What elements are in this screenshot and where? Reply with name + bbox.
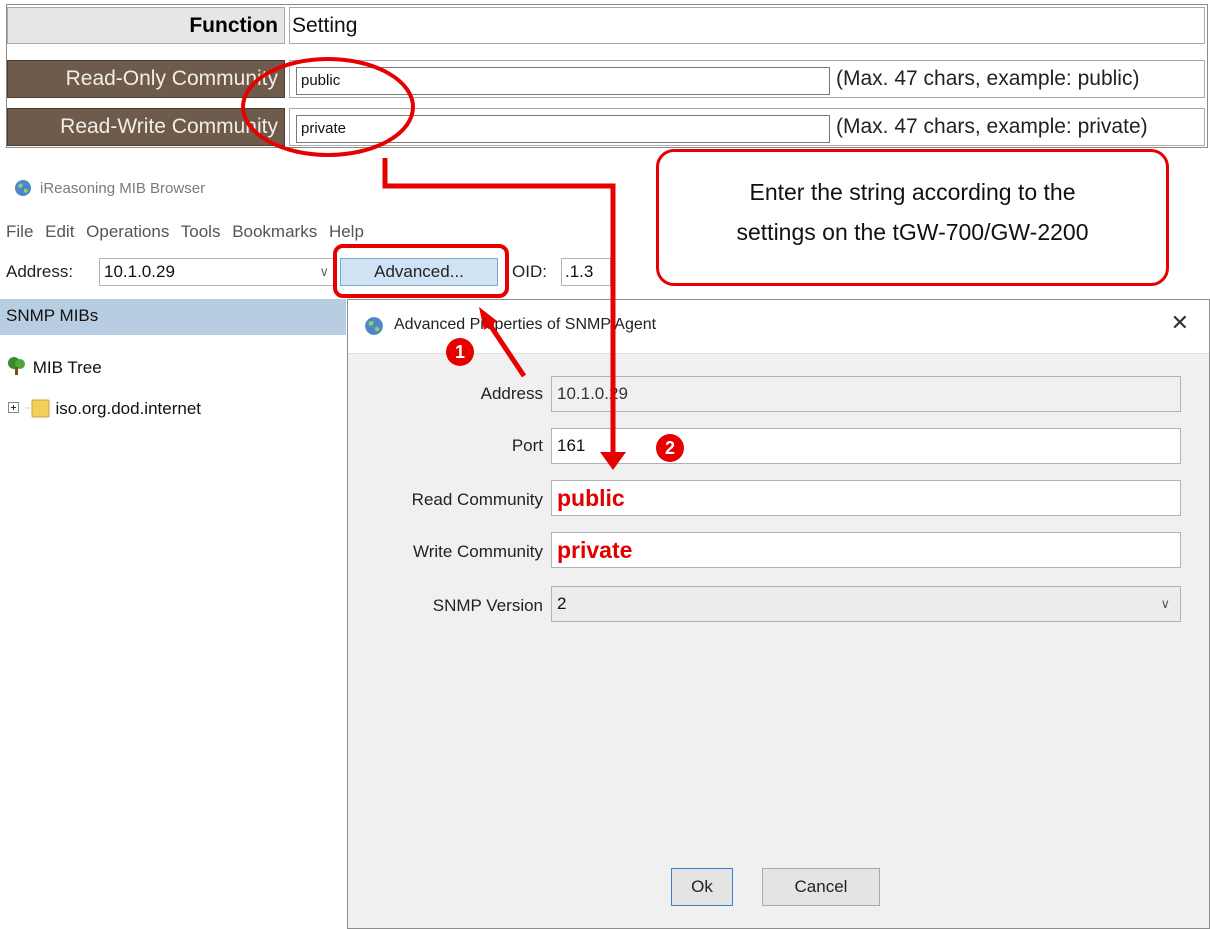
step-2-badge: 2 <box>656 434 684 462</box>
connector-arrowhead <box>600 452 626 470</box>
highlight-ellipse <box>241 57 415 157</box>
connector-arrow <box>382 158 616 455</box>
step-1-badge: 1 <box>446 338 474 366</box>
highlight-advanced-box <box>333 244 509 298</box>
annotation-overlay <box>241 57 626 470</box>
pointer-arrowhead <box>479 307 497 330</box>
pointer-arrow <box>485 320 527 378</box>
